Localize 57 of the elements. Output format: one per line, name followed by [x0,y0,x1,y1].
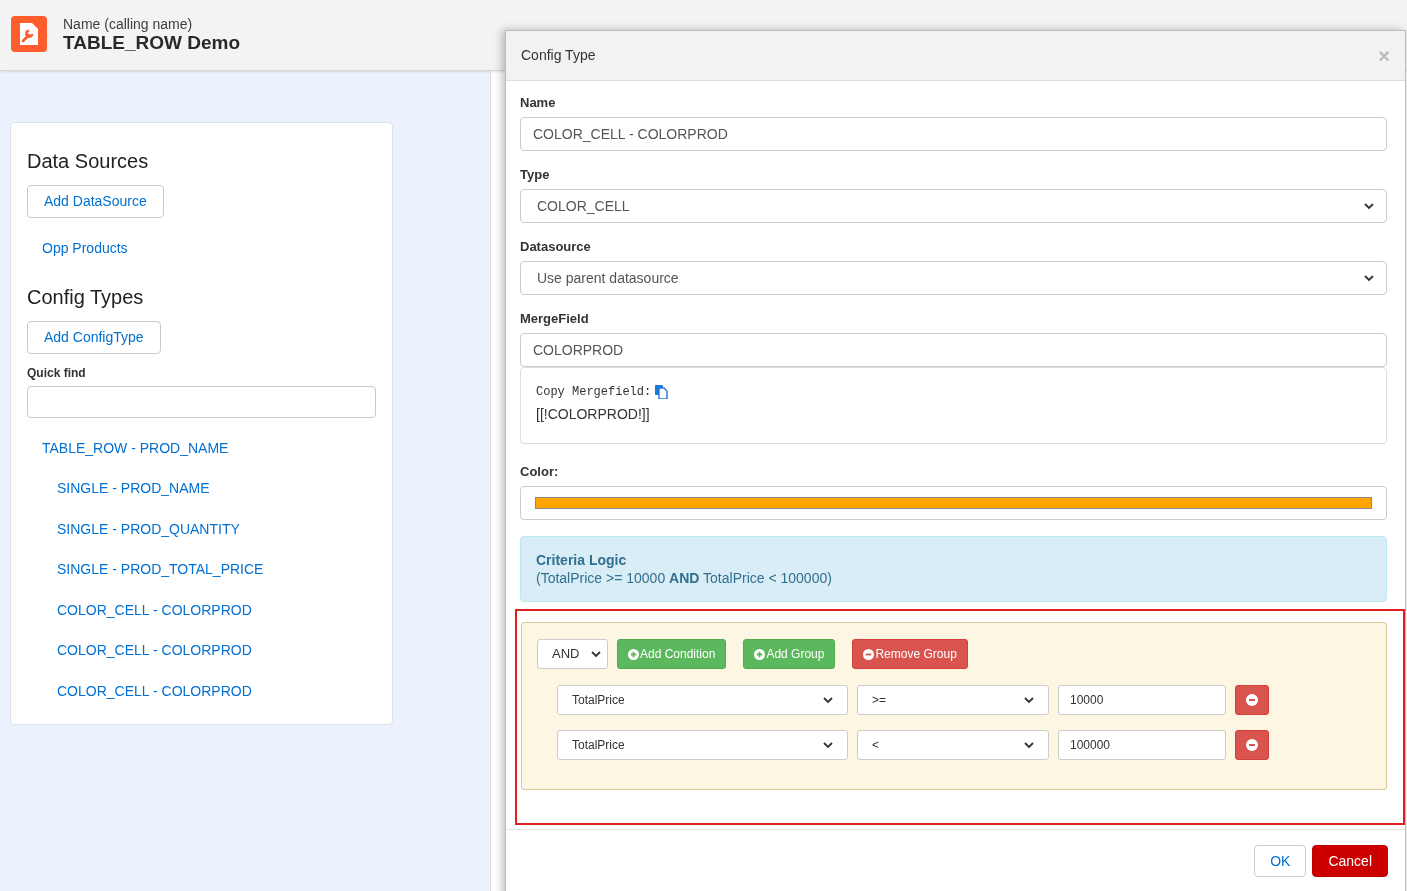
modal-title: Config Type [521,46,596,65]
ok-button[interactable]: OK [1254,845,1307,877]
caret-icon [1024,742,1034,750]
field-label: Datasource [520,239,592,254]
cancel-button[interactable]: Cancel [1312,845,1388,877]
quick-find-field[interactable] [27,386,376,418]
config-type-link[interactable]: TABLE_ROW - PROD_NAME [42,437,229,459]
criteria-text: (TotalPrice >= 10000 AND TotalPrice < 100000) [536,569,833,587]
config-type-link[interactable]: SINGLE - PROD_NAME [57,478,210,500]
select-field[interactable]: Use parent datasource [520,261,1387,295]
caret-icon [591,651,601,659]
config-type-link[interactable]: COLOR_CELL - COLORPROD [57,680,252,702]
app-title: TABLE_ROW Demo [63,32,240,54]
field-label: Type [520,167,551,182]
caret-icon [1364,203,1374,211]
operator-select[interactable]: < [857,730,1049,760]
add-configtype-button[interactable]: Add ConfigType [27,321,161,354]
app-logo-icon [11,16,47,52]
caret-icon [823,742,833,750]
copy-label: Copy Mergefield: [536,384,652,401]
minus-icon [1246,739,1258,751]
input-field[interactable]: COLOR_CELL - COLORPROD [520,117,1387,151]
field-label: Color: [520,464,560,479]
quick-find-label: Quick find [27,365,87,382]
value-field[interactable]: 10000 [1058,685,1226,715]
value-field[interactable]: 100000 [1058,730,1226,760]
add-datasource-button[interactable]: Add DataSource [27,185,164,218]
field-label: Name [520,95,557,110]
minus-icon [863,648,875,660]
operator-select[interactable]: AND [537,639,608,669]
app-subtitle: Name (calling name) [63,16,194,32]
minus-icon [1246,694,1258,706]
plus-icon [628,648,639,660]
config-type-link[interactable]: SINGLE - PROD_QUANTITY [57,518,240,540]
remove-button[interactable]: Remove Group [852,639,968,669]
config-type-link[interactable]: SINGLE - PROD_TOTAL_PRICE [57,559,264,581]
caret-icon [1024,697,1034,705]
mergefield-text: [[!COLORPROD!]] [536,405,651,424]
section-heading: Config Types [27,285,145,309]
section-heading: Data Sources [27,149,150,173]
remove-condition-button[interactable] [1235,730,1269,760]
input-field[interactable]: COLORPROD [520,333,1387,367]
config-type-link[interactable]: COLOR_CELL - COLORPROD [57,599,252,621]
field-select[interactable]: TotalPrice [557,685,848,715]
criteria-title: Criteria Logic [536,551,628,569]
color-field[interactable] [520,486,1387,520]
datasource-link[interactable]: Opp Products [42,238,128,259]
operator-select[interactable]: >= [857,685,1049,715]
field-select[interactable]: TotalPrice [557,730,848,760]
plus-icon [754,648,766,660]
field-label: MergeField [520,311,590,326]
caret-icon [1364,275,1374,283]
copy-icon[interactable] [655,385,669,399]
remove-condition-button[interactable] [1235,685,1269,715]
select-field[interactable]: COLOR_CELL [520,189,1387,223]
caret-icon [823,697,833,705]
config-type-link[interactable]: COLOR_CELL - COLORPROD [57,640,252,662]
